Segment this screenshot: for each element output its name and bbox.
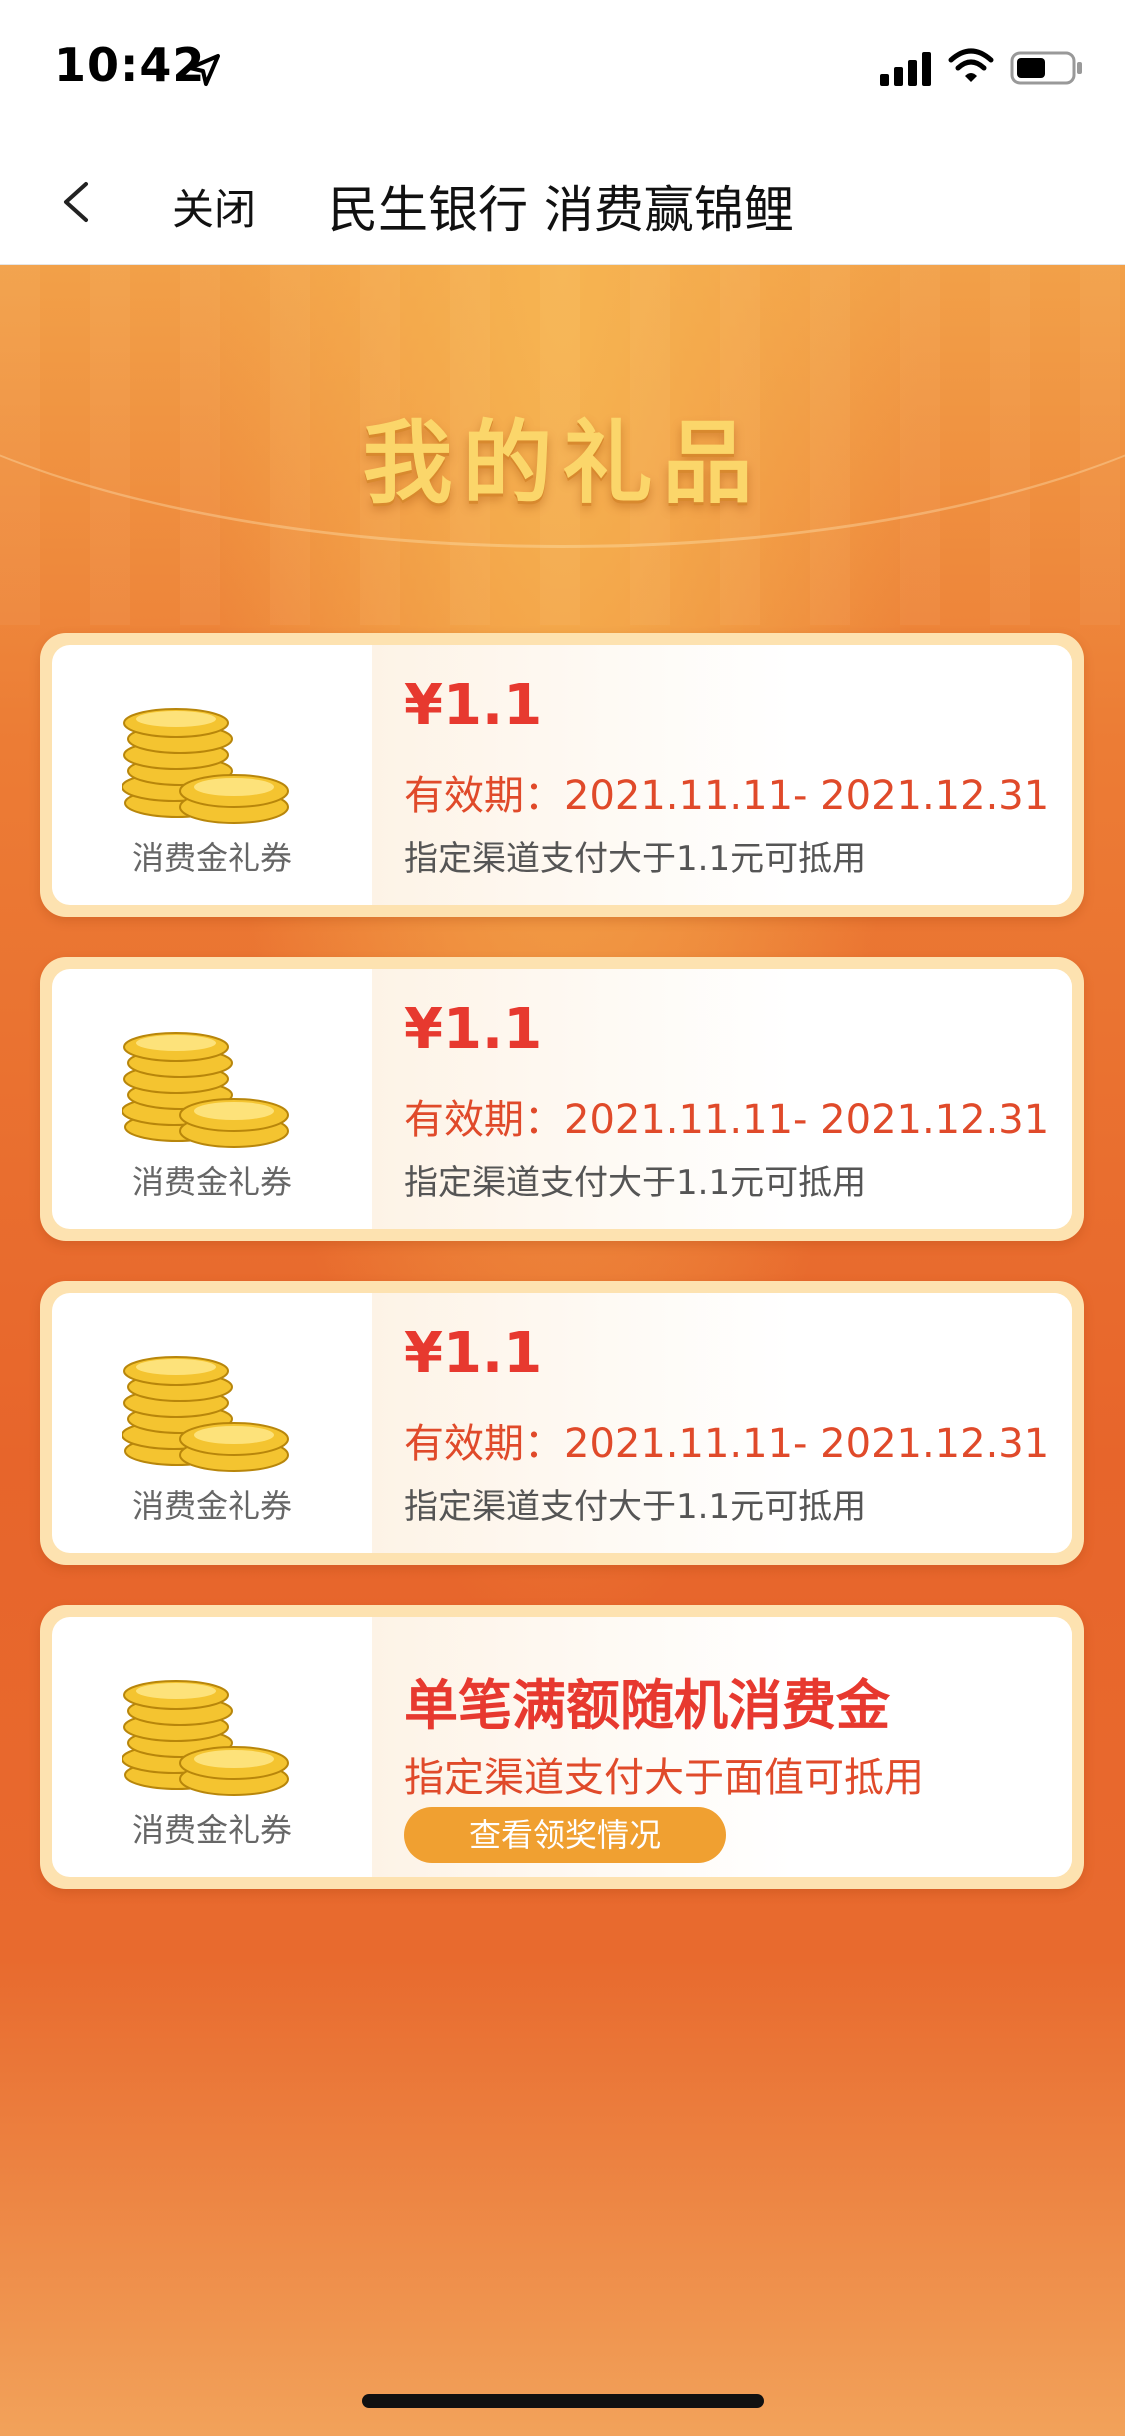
page-title: 民生银行 消费赢锦鲤 bbox=[328, 181, 794, 239]
coupon-validity: 有效期：2021.11.11- 2021.12.31 bbox=[404, 1097, 1050, 1143]
coupon-type-label: 消费金礼券 bbox=[131, 1163, 292, 1201]
gold-coins-icon bbox=[122, 708, 289, 824]
promo-condition: 指定渠道支付大于面值可抵用 bbox=[404, 1755, 924, 1801]
main-content: 我的礼品 消费金礼券 ¥1.1 有效期：2021.11.11- 2021.12.… bbox=[0, 265, 1125, 2436]
coupon-type-label: 消费金礼券 bbox=[131, 839, 292, 877]
wifi-icon bbox=[948, 48, 994, 82]
coupon-type-label: 消费金礼券 bbox=[131, 1487, 292, 1525]
promo-title: 单笔满额随机消费金 bbox=[404, 1674, 890, 1737]
battery-icon bbox=[1010, 51, 1082, 85]
gifts-heading: 我的礼品 bbox=[362, 411, 763, 516]
coupon-condition: 指定渠道支付大于1.1元可抵用 bbox=[404, 839, 867, 879]
coupon-card-body: 消费金礼券 ¥1.1 有效期：2021.11.11- 2021.12.31 指定… bbox=[52, 1293, 1072, 1553]
coupon-validity: 有效期：2021.11.11- 2021.12.31 bbox=[404, 1421, 1050, 1467]
gold-coins-icon bbox=[122, 1032, 289, 1148]
gold-coins-icon bbox=[122, 1680, 289, 1796]
coupon-amount: ¥1.1 bbox=[404, 1321, 543, 1386]
coupon-type-label: 消费金礼券 bbox=[131, 1811, 292, 1849]
status-bar: 10:42 bbox=[0, 0, 1125, 140]
coupon-card[interactable]: 消费金礼券 ¥1.1 有效期：2021.11.11- 2021.12.31 指定… bbox=[40, 957, 1084, 1241]
coupon-condition: 指定渠道支付大于1.1元可抵用 bbox=[404, 1487, 867, 1527]
coupon-amount: ¥1.1 bbox=[404, 673, 543, 738]
coupon-card[interactable]: 消费金礼券 ¥1.1 有效期：2021.11.11- 2021.12.31 指定… bbox=[40, 1281, 1084, 1565]
coupon-amount: ¥1.1 bbox=[404, 997, 543, 1062]
status-time: 10:42 bbox=[54, 38, 206, 92]
back-button[interactable] bbox=[48, 170, 108, 234]
coupon-card-body: 消费金礼券 ¥1.1 有效期：2021.11.11- 2021.12.31 指定… bbox=[52, 645, 1072, 905]
coupon-card-body: 消费金礼券 ¥1.1 有效期：2021.11.11- 2021.12.31 指定… bbox=[52, 969, 1072, 1229]
nav-bar: 关闭 民生银行 消费赢锦鲤 bbox=[0, 140, 1125, 265]
coupon-card[interactable]: 消费金礼券 ¥1.1 有效期：2021.11.11- 2021.12.31 指定… bbox=[40, 633, 1084, 917]
cellular-signal-icon bbox=[880, 52, 931, 86]
chevron-left-icon bbox=[64, 182, 88, 222]
location-arrow-icon bbox=[188, 54, 220, 86]
coupon-card-body: 消费金礼券 单笔满额随机消费金 指定渠道支付大于面值可抵用 查看领奖情况 bbox=[52, 1617, 1072, 1877]
coupon-validity: 有效期：2021.11.11- 2021.12.31 bbox=[404, 773, 1050, 819]
coupon-condition: 指定渠道支付大于1.1元可抵用 bbox=[404, 1163, 867, 1203]
promo-coupon-card[interactable]: 消费金礼券 单笔满额随机消费金 指定渠道支付大于面值可抵用 查看领奖情况 bbox=[40, 1605, 1084, 1889]
close-button[interactable]: 关闭 bbox=[172, 176, 256, 237]
view-award-status-button[interactable]: 查看领奖情况 bbox=[404, 1807, 726, 1863]
gold-coins-icon bbox=[122, 1356, 289, 1472]
home-indicator[interactable] bbox=[362, 2394, 764, 2408]
